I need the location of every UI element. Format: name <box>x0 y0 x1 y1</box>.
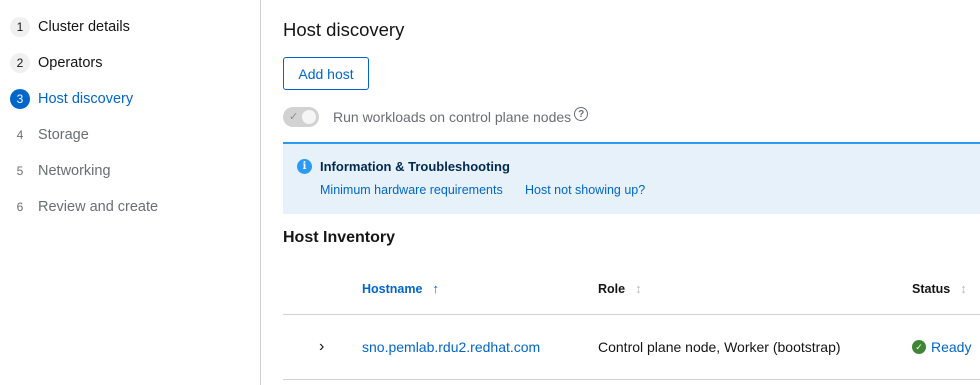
step-label: Host discovery <box>38 91 134 107</box>
status-label: Ready <box>931 339 972 355</box>
step-label: Cluster details <box>38 19 130 35</box>
step-number: 4 <box>16 128 24 142</box>
check-circle-icon: ✓ <box>912 340 926 354</box>
control-plane-workloads-toggle-row: ✓ Run workloads on control plane nodes ? <box>283 107 589 127</box>
table-divider <box>283 314 980 315</box>
step-number: 1 <box>10 17 30 37</box>
step-number: 2 <box>10 53 30 73</box>
sort-icon: ↕ <box>960 281 967 296</box>
host-hostname-link[interactable]: sno.pemlab.rdu2.redhat.com <box>362 339 540 355</box>
step-number: 6 <box>16 200 24 214</box>
info-alert: i Information & Troubleshooting Minimum … <box>283 142 980 214</box>
step-label: Review and create <box>38 199 159 215</box>
chevron-right-icon[interactable]: › <box>319 338 324 356</box>
host-inventory-title: Host Inventory <box>283 229 396 246</box>
column-header-label: Role <box>598 281 626 296</box>
step-label: Networking <box>38 163 111 179</box>
host-status[interactable]: ✓ Ready <box>912 339 971 355</box>
check-icon: ✓ <box>289 111 299 123</box>
help-icon[interactable]: ? <box>574 107 589 121</box>
toggle-label: Run workloads on control plane nodes <box>333 109 572 125</box>
step-number: 5 <box>16 164 24 178</box>
host-role: Control plane node, Worker (bootstrap) <box>598 339 841 355</box>
table-divider <box>283 379 980 380</box>
min-hardware-requirements-link[interactable]: Minimum hardware requirements <box>320 183 503 197</box>
wizard-step-review-and-create[interactable]: 6 Review and create <box>10 197 158 217</box>
column-header-label: Status <box>912 281 951 296</box>
host-not-showing-up-link[interactable]: Host not showing up? <box>525 183 645 197</box>
wizard-step-cluster-details[interactable]: 1 Cluster details <box>10 17 130 37</box>
sort-ascending-icon: ↑ <box>432 281 439 296</box>
info-icon: i <box>297 159 312 174</box>
wizard-step-networking[interactable]: 5 Networking <box>10 161 111 181</box>
column-header-hostname[interactable]: Hostname ↑ <box>362 281 439 296</box>
wizard-step-storage[interactable]: 4 Storage <box>10 125 89 145</box>
wizard-step-host-discovery[interactable]: 3 Host discovery <box>10 89 133 109</box>
control-plane-workloads-switch[interactable]: ✓ <box>283 107 319 127</box>
sort-icon: ↕ <box>635 281 642 296</box>
page-title: Host discovery <box>283 19 405 40</box>
column-header-label: Hostname <box>362 281 423 296</box>
main-content: Host discovery Add host ✓ Run workloads … <box>261 0 980 385</box>
step-label: Storage <box>38 127 89 143</box>
column-header-status[interactable]: Status ↕ <box>912 281 967 296</box>
switch-knob <box>302 110 316 124</box>
step-number: 3 <box>10 89 30 109</box>
wizard-nav: 1 Cluster details 2 Operators 3 Host dis… <box>0 0 261 385</box>
add-host-button[interactable]: Add host <box>283 57 369 90</box>
column-header-role[interactable]: Role ↕ <box>598 281 642 296</box>
wizard-step-operators[interactable]: 2 Operators <box>10 53 102 73</box>
step-label: Operators <box>38 55 103 71</box>
alert-title: Information & Troubleshooting <box>320 159 510 174</box>
